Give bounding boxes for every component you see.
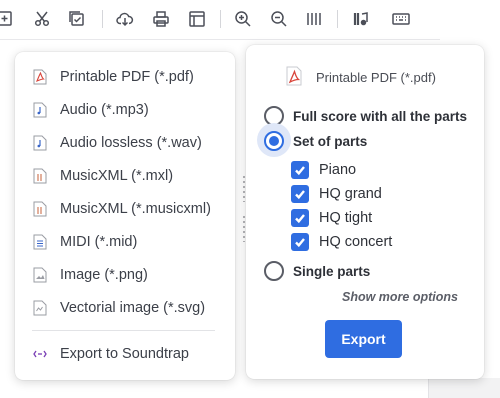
menu-item-label: Audio lossless (*.wav) xyxy=(60,135,202,151)
checkbox-copy-icon[interactable] xyxy=(66,8,88,30)
side-panel-edge xyxy=(428,378,500,398)
export-options-panel: Printable PDF (*.pdf) Full score with al… xyxy=(246,45,484,379)
option-full-score[interactable]: Full score with all the parts xyxy=(264,105,467,127)
menu-divider xyxy=(32,330,215,331)
export-format-menu: Printable PDF (*.pdf) Audio (*.mp3) Audi… xyxy=(15,52,235,380)
pdf-file-icon xyxy=(286,66,302,86)
menu-item-png[interactable]: Image (*.png) xyxy=(33,263,223,287)
keyboard-icon[interactable] xyxy=(390,8,412,30)
menu-item-label: MIDI (*.mid) xyxy=(60,234,138,250)
part-checkbox-hq-grand[interactable]: HQ grand xyxy=(291,184,382,204)
score-bracket xyxy=(243,216,245,242)
musicxml-file-icon xyxy=(33,201,47,217)
barlines-icon[interactable] xyxy=(303,8,325,30)
set-of-parts-radio[interactable] xyxy=(264,131,284,151)
piano-checkbox[interactable] xyxy=(291,161,309,179)
part-label: HQ concert xyxy=(319,234,393,250)
menu-item-label: Audio (*.mp3) xyxy=(60,102,149,118)
single-parts-radio[interactable] xyxy=(264,261,284,281)
menu-item-label: Export to Soundtrap xyxy=(60,346,189,362)
single-parts-label: Single parts xyxy=(293,263,371,279)
audio-file-icon xyxy=(33,135,47,151)
part-checkbox-hq-concert[interactable]: HQ concert xyxy=(291,232,392,252)
menu-item-soundtrap[interactable]: Export to Soundtrap xyxy=(33,342,223,366)
menu-item-midi[interactable]: MIDI (*.mid) xyxy=(33,230,223,254)
toolbar-divider xyxy=(337,10,338,28)
audio-file-icon xyxy=(33,102,47,118)
add-box-icon[interactable] xyxy=(0,8,16,30)
toolbar-divider xyxy=(220,10,221,28)
part-checkbox-piano[interactable]: Piano xyxy=(291,160,356,180)
svg-file-icon xyxy=(33,300,47,316)
toolbar-divider xyxy=(102,10,103,28)
set-of-parts-label: Set of parts xyxy=(293,133,368,149)
layout-icon[interactable] xyxy=(186,8,208,30)
part-label: HQ grand xyxy=(319,186,382,202)
cloud-download-icon[interactable] xyxy=(114,8,136,30)
midi-file-icon xyxy=(33,234,47,250)
musicxml-file-icon xyxy=(33,168,47,184)
menu-item-wav[interactable]: Audio lossless (*.wav) xyxy=(33,131,223,155)
show-more-options-link[interactable]: Show more options xyxy=(342,290,458,304)
instrument-icon[interactable] xyxy=(350,8,372,30)
option-single-parts[interactable]: Single parts xyxy=(264,260,370,282)
image-file-icon xyxy=(33,267,47,283)
menu-item-label: Printable PDF (*.pdf) xyxy=(60,69,194,85)
menu-item-musicxml[interactable]: MusicXML (*.musicxml) xyxy=(33,197,223,221)
menu-item-mxl[interactable]: MusicXML (*.mxl) xyxy=(33,164,223,188)
hq-grand-checkbox[interactable] xyxy=(291,185,309,203)
hq-tight-checkbox[interactable] xyxy=(291,209,309,227)
menu-item-label: MusicXML (*.musicxml) xyxy=(60,201,211,217)
zoom-out-icon[interactable] xyxy=(268,8,290,30)
toolbar-bottom-border xyxy=(0,39,440,40)
part-checkbox-hq-tight[interactable]: HQ tight xyxy=(291,208,372,228)
scissors-icon[interactable] xyxy=(31,8,53,30)
panel-title: Printable PDF (*.pdf) xyxy=(316,70,436,85)
toolbar xyxy=(0,0,500,40)
print-icon[interactable] xyxy=(150,8,172,30)
pdf-file-icon xyxy=(33,69,47,85)
score-bracket xyxy=(243,176,245,202)
menu-item-svg[interactable]: Vectorial image (*.svg) xyxy=(33,296,223,320)
zoom-in-icon[interactable] xyxy=(232,8,254,30)
export-button[interactable]: Export xyxy=(325,320,402,358)
menu-item-label: MusicXML (*.mxl) xyxy=(60,168,174,184)
menu-item-label: Image (*.png) xyxy=(60,267,148,283)
full-score-label: Full score with all the parts xyxy=(293,108,468,124)
part-label: HQ tight xyxy=(319,210,373,226)
soundtrap-icon xyxy=(33,350,47,358)
menu-item-label: Vectorial image (*.svg) xyxy=(60,300,206,316)
menu-item-pdf[interactable]: Printable PDF (*.pdf) xyxy=(33,65,223,89)
part-label: Piano xyxy=(319,162,357,178)
option-set-of-parts[interactable]: Set of parts xyxy=(264,130,367,152)
menu-item-mp3[interactable]: Audio (*.mp3) xyxy=(33,98,223,122)
hq-concert-checkbox[interactable] xyxy=(291,233,309,251)
